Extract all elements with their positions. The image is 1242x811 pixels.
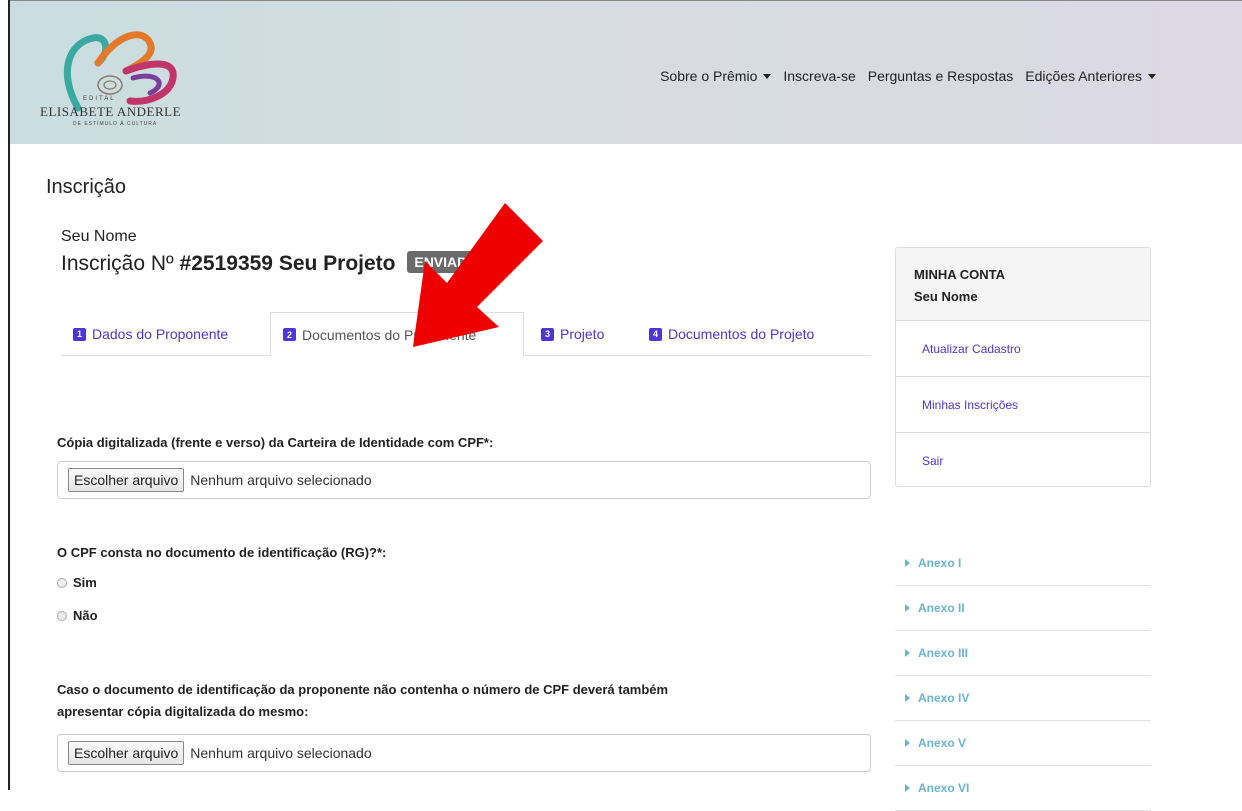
nav-perguntas-e-respostas[interactable]: Perguntas e Respostas xyxy=(868,68,1014,84)
site-header: EDITAL ELISABETE ANDERLE DE ESTÍMULO À C… xyxy=(10,1,1242,144)
triangle-right-icon xyxy=(905,784,910,792)
triangle-right-icon xyxy=(905,649,910,657)
account-link-sair[interactable]: Sair xyxy=(896,433,1150,489)
nav-label: Inscreva-se xyxy=(783,68,856,84)
field-label-cpf-copy-line2: apresentar cópia digitalizada do mesmo: xyxy=(57,704,309,719)
triangle-right-icon xyxy=(905,559,910,567)
tab-dados-do-proponente[interactable]: 1 Dados do Proponente xyxy=(61,312,270,356)
radio-circle-icon[interactable] xyxy=(57,610,67,621)
triangle-right-icon xyxy=(905,739,910,747)
page-title: Inscrição xyxy=(46,176,127,198)
file-input-cpf-copy[interactable]: Escolher arquivo Nenhum arquivo selecion… xyxy=(57,734,871,772)
logo-sub-text: DE ESTÍMULO À CULTURA xyxy=(73,121,158,127)
tab-label: Projeto xyxy=(560,326,605,342)
radio-label: Sim xyxy=(73,575,97,590)
file-input-id-card[interactable]: Escolher arquivo Nenhum arquivo selecion… xyxy=(57,461,871,499)
choose-file-button[interactable]: Escolher arquivo xyxy=(68,468,185,492)
tab-label: Documentos do Projeto xyxy=(668,326,815,342)
inscription-number: #2519359 Seu Projeto xyxy=(179,252,396,275)
nav-sobre-o-premio[interactable]: Sobre o Prêmio xyxy=(660,68,772,84)
annex-label: Anexo VI xyxy=(918,781,970,795)
account-heading: MINHA CONTA xyxy=(914,267,1005,282)
tab-documentos-do-projeto[interactable]: 4 Documentos do Projeto xyxy=(637,312,837,356)
inscription-prefix: Inscrição Nº xyxy=(61,252,180,275)
annex-list: Anexo I Anexo II Anexo III Anexo IV Anex… xyxy=(895,541,1151,811)
tab-label: Dados do Proponente xyxy=(92,326,229,342)
annex-link-i[interactable]: Anexo I xyxy=(895,541,1151,586)
triangle-right-icon xyxy=(905,604,910,612)
red-arrow-annotation xyxy=(413,203,543,347)
tab-number-badge: 1 xyxy=(73,327,86,341)
account-link-minhas-inscricoes[interactable]: Minhas Inscrições xyxy=(896,377,1150,433)
annex-link-vi[interactable]: Anexo VI xyxy=(895,766,1151,811)
caret-down-icon xyxy=(763,73,772,79)
radio-option-nao[interactable]: Não xyxy=(57,608,98,623)
tab-number-badge: 4 xyxy=(649,327,662,341)
nav-label: Perguntas e Respostas xyxy=(867,68,1014,84)
annex-link-v[interactable]: Anexo V xyxy=(895,721,1151,766)
radio-option-sim[interactable]: Sim xyxy=(57,575,97,590)
file-status-text: Nenhum arquivo selecionado xyxy=(190,472,372,488)
annex-link-iv[interactable]: Anexo IV xyxy=(895,676,1151,721)
account-panel: MINHA CONTA Seu Nome Atualizar Cadastro … xyxy=(895,247,1151,487)
account-panel-header: MINHA CONTA Seu Nome xyxy=(896,248,1150,321)
annex-link-iii[interactable]: Anexo III xyxy=(895,631,1151,676)
question-cpf-in-rg: O CPF consta no documento de identificaç… xyxy=(57,545,387,560)
account-link-atualizar-cadastro[interactable]: Atualizar Cadastro xyxy=(896,321,1150,377)
choose-file-button[interactable]: Escolher arquivo xyxy=(68,741,185,765)
annex-label: Anexo III xyxy=(918,646,969,660)
annex-label: Anexo V xyxy=(918,736,967,750)
tab-number-badge: 2 xyxy=(283,328,296,341)
logo-edital-text: EDITAL xyxy=(83,96,116,102)
nav-edicoes-anteriores[interactable]: Edições Anteriores xyxy=(1025,68,1156,84)
account-user-name: Seu Nome xyxy=(914,289,978,304)
radio-label: Não xyxy=(73,608,98,623)
file-status-text: Nenhum arquivo selecionado xyxy=(190,745,372,761)
caret-down-icon xyxy=(1148,73,1156,79)
nav-label: Edições Anteriores xyxy=(1025,68,1142,84)
user-name: Seu Nome xyxy=(61,228,137,245)
logo-name-text: ELISABETE ANDERLE xyxy=(40,104,182,119)
main-nav: Sobre o Prêmio Inscreva-se Perguntas e R… xyxy=(660,68,1156,84)
field-label-cpf-copy-line1: Caso o documento de identificação da pro… xyxy=(57,682,669,697)
radio-circle-icon[interactable] xyxy=(57,577,67,588)
annex-label: Anexo II xyxy=(918,601,965,615)
field-label-id-card: Cópia digitalizada (frente e verso) da C… xyxy=(57,435,494,450)
nav-inscreva-se[interactable]: Inscreva-se xyxy=(783,68,855,84)
triangle-right-icon xyxy=(905,694,910,702)
annex-link-ii[interactable]: Anexo II xyxy=(895,586,1151,631)
annex-label: Anexo IV xyxy=(918,691,970,705)
nav-label: Sobre o Prêmio xyxy=(660,68,758,84)
annex-label: Anexo I xyxy=(918,556,962,570)
